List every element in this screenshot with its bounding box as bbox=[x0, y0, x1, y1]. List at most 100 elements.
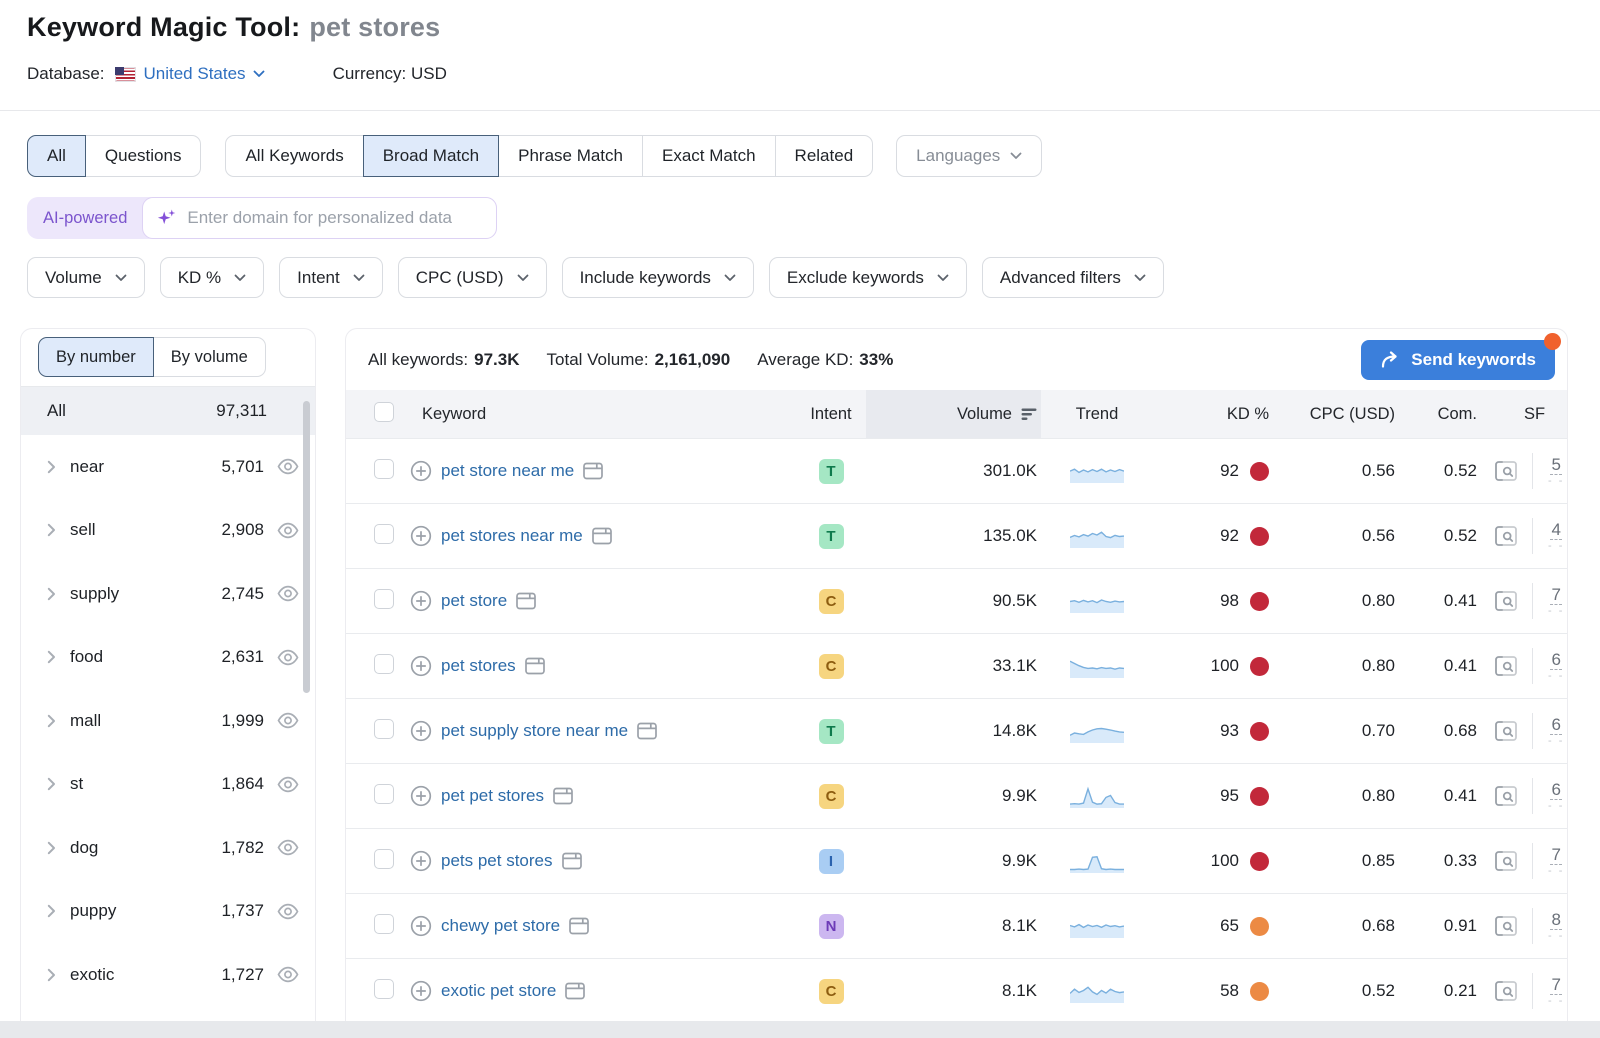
serp-preview-icon[interactable] bbox=[1494, 460, 1518, 482]
send-keywords-button[interactable]: Send keywords bbox=[1361, 340, 1555, 380]
serp-preview-icon[interactable] bbox=[1494, 980, 1518, 1002]
eye-icon[interactable] bbox=[277, 649, 299, 666]
row-checkbox[interactable] bbox=[374, 849, 394, 869]
keyword-link[interactable]: exotic pet store bbox=[441, 981, 556, 1001]
serp-preview-icon[interactable] bbox=[1494, 655, 1518, 677]
sf-link[interactable]: 8 - - bbox=[1548, 910, 1564, 943]
serp-preview-icon[interactable] bbox=[1494, 720, 1518, 742]
eye-icon[interactable] bbox=[277, 839, 299, 856]
keyword-link[interactable]: pet store near me bbox=[441, 461, 574, 481]
add-keyword-icon[interactable] bbox=[410, 525, 432, 547]
domain-input[interactable]: Enter domain for personalized data bbox=[142, 197, 497, 239]
sidebar-item-mall[interactable]: mall 1,999 bbox=[21, 689, 315, 753]
column-com[interactable]: Com. bbox=[1397, 405, 1479, 424]
serp-preview-icon[interactable] bbox=[1494, 915, 1518, 937]
column-sf[interactable]: SF bbox=[1479, 405, 1567, 424]
serp-window-icon[interactable] bbox=[592, 527, 612, 545]
sidebar-item-supply[interactable]: supply 2,745 bbox=[21, 562, 315, 626]
add-keyword-icon[interactable] bbox=[410, 980, 432, 1002]
serp-preview-icon[interactable] bbox=[1494, 590, 1518, 612]
sidebar-item-near[interactable]: near 5,701 bbox=[21, 435, 315, 499]
sf-link[interactable]: 6 - - bbox=[1548, 715, 1564, 748]
serp-window-icon[interactable] bbox=[583, 462, 603, 480]
row-checkbox[interactable] bbox=[374, 914, 394, 934]
sf-link[interactable]: 6 - - bbox=[1548, 650, 1564, 683]
tab-phrase-match[interactable]: Phrase Match bbox=[498, 135, 643, 177]
row-checkbox[interactable] bbox=[374, 589, 394, 609]
eye-icon[interactable] bbox=[277, 585, 299, 602]
eye-icon[interactable] bbox=[277, 712, 299, 729]
sf-link[interactable]: 7 - - bbox=[1548, 975, 1564, 1008]
keyword-link[interactable]: pet pet stores bbox=[441, 786, 544, 806]
tab-all[interactable]: All bbox=[27, 135, 86, 177]
sf-link[interactable]: 6 - - bbox=[1548, 780, 1564, 813]
keyword-link[interactable]: pet supply store near me bbox=[441, 721, 628, 741]
eye-icon[interactable] bbox=[277, 458, 299, 475]
sidebar-scrollbar[interactable] bbox=[303, 401, 310, 693]
sidebar-item-food[interactable]: food 2,631 bbox=[21, 626, 315, 690]
row-checkbox[interactable] bbox=[374, 524, 394, 544]
keyword-link[interactable]: pets pet stores bbox=[441, 851, 553, 871]
serp-window-icon[interactable] bbox=[525, 657, 545, 675]
tab-all-keywords[interactable]: All Keywords bbox=[225, 135, 363, 177]
serp-window-icon[interactable] bbox=[569, 917, 589, 935]
filter-intent[interactable]: Intent bbox=[279, 257, 383, 298]
sidebar-item-exotic[interactable]: exotic 1,727 bbox=[21, 943, 315, 1007]
sidebar-item-all[interactable]: All 97,311 bbox=[21, 387, 315, 435]
column-cpc[interactable]: CPC (USD) bbox=[1271, 405, 1397, 424]
eye-icon[interactable] bbox=[277, 903, 299, 920]
column-volume[interactable]: Volume bbox=[866, 390, 1041, 438]
row-checkbox[interactable] bbox=[374, 979, 394, 999]
add-keyword-icon[interactable] bbox=[410, 655, 432, 677]
filter-volume[interactable]: Volume bbox=[27, 257, 145, 298]
row-checkbox[interactable] bbox=[374, 654, 394, 674]
row-checkbox[interactable] bbox=[374, 784, 394, 804]
eye-icon[interactable] bbox=[277, 522, 299, 539]
add-keyword-icon[interactable] bbox=[410, 460, 432, 482]
column-trend[interactable]: Trend bbox=[1041, 405, 1153, 424]
add-keyword-icon[interactable] bbox=[410, 590, 432, 612]
sf-link[interactable]: 5 - - bbox=[1548, 455, 1564, 488]
column-kd[interactable]: KD % bbox=[1153, 405, 1271, 424]
sf-link[interactable]: 7 - - bbox=[1548, 585, 1564, 618]
column-keyword[interactable]: Keyword bbox=[406, 405, 796, 424]
row-checkbox[interactable] bbox=[374, 459, 394, 479]
keyword-link[interactable]: pet store bbox=[441, 591, 507, 611]
add-keyword-icon[interactable] bbox=[410, 720, 432, 742]
sidebar-item-st[interactable]: st 1,864 bbox=[21, 753, 315, 817]
tab-related[interactable]: Related bbox=[775, 135, 874, 177]
filter-cpc[interactable]: CPC (USD) bbox=[398, 257, 547, 298]
keyword-link[interactable]: chewy pet store bbox=[441, 916, 560, 936]
toggle-by-number[interactable]: By number bbox=[38, 337, 154, 377]
sf-link[interactable]: 7 - - bbox=[1548, 845, 1564, 878]
serp-window-icon[interactable] bbox=[562, 852, 582, 870]
tab-questions[interactable]: Questions bbox=[85, 135, 202, 177]
serp-window-icon[interactable] bbox=[553, 787, 573, 805]
sidebar-item-puppy[interactable]: puppy 1,737 bbox=[21, 880, 315, 944]
tab-exact-match[interactable]: Exact Match bbox=[642, 135, 776, 177]
eye-icon[interactable] bbox=[277, 776, 299, 793]
add-keyword-icon[interactable] bbox=[410, 915, 432, 937]
add-keyword-icon[interactable] bbox=[410, 850, 432, 872]
serp-preview-icon[interactable] bbox=[1494, 850, 1518, 872]
row-checkbox[interactable] bbox=[374, 719, 394, 739]
serp-preview-icon[interactable] bbox=[1494, 785, 1518, 807]
tab-broad-match[interactable]: Broad Match bbox=[363, 135, 499, 177]
keyword-link[interactable]: pet stores near me bbox=[441, 526, 583, 546]
eye-icon[interactable] bbox=[277, 966, 299, 983]
keyword-link[interactable]: pet stores bbox=[441, 656, 516, 676]
filter-kd[interactable]: KD % bbox=[160, 257, 264, 298]
toggle-by-volume[interactable]: By volume bbox=[153, 337, 266, 377]
select-all-checkbox[interactable] bbox=[374, 402, 394, 422]
sidebar-item-sell[interactable]: sell 2,908 bbox=[21, 499, 315, 563]
filter-advanced[interactable]: Advanced filters bbox=[982, 257, 1164, 298]
serp-window-icon[interactable] bbox=[637, 722, 657, 740]
filter-include-keywords[interactable]: Include keywords bbox=[562, 257, 754, 298]
serp-preview-icon[interactable] bbox=[1494, 525, 1518, 547]
serp-window-icon[interactable] bbox=[565, 982, 585, 1000]
add-keyword-icon[interactable] bbox=[410, 785, 432, 807]
database-selector[interactable]: United States bbox=[144, 64, 265, 84]
column-intent[interactable]: Intent bbox=[796, 405, 866, 424]
sidebar-item-dog[interactable]: dog 1,782 bbox=[21, 816, 315, 880]
serp-window-icon[interactable] bbox=[516, 592, 536, 610]
